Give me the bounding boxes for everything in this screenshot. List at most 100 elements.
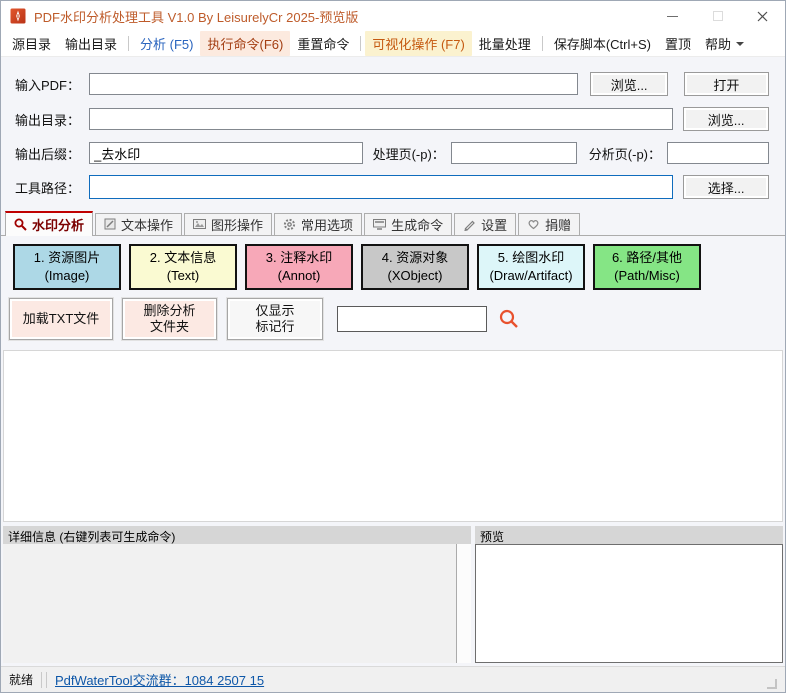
menu-execute-f6[interactable]: 执行命令(F6) xyxy=(200,31,291,56)
search-icon[interactable] xyxy=(498,308,520,330)
output-dir-row: 输出目录： 浏览... xyxy=(15,107,769,131)
minimize-button[interactable] xyxy=(650,1,695,31)
process-pages-field[interactable] xyxy=(450,142,577,164)
category-sublabel: (Text) xyxy=(166,268,200,283)
tab-generate-command[interactable]: 生成命令 xyxy=(364,213,453,235)
path-form: 输入PDF： 浏览... 打开 输出目录： 浏览... 输出后缀： 处理页(-p… xyxy=(1,57,785,211)
tab-label: 图形操作 xyxy=(211,217,264,233)
category-label: 3. 注释水印 xyxy=(265,250,333,266)
category-path-misc-button[interactable]: 6. 路径/其他 (Path/Misc) xyxy=(593,244,701,290)
window-title: PDF水印分析处理工具 V1.0 By LeisurelyCr 2025-预览版 xyxy=(34,9,359,25)
tab-common-options[interactable]: 常用选项 xyxy=(274,213,363,235)
menu-bar: 源目录 输出目录 分析 (F5) 执行命令(F6) 重置命令 可视化操作 (F7… xyxy=(1,31,785,57)
detail-scrollbar[interactable] xyxy=(456,544,471,663)
tab-label: 文本操作 xyxy=(121,217,174,233)
detail-panel-header: 详细信息 (右键列表可生成命令) xyxy=(3,526,471,544)
choose-tool-button[interactable]: 选择... xyxy=(683,175,769,199)
suffix-field[interactable] xyxy=(89,142,363,164)
input-pdf-row: 输入PDF： 浏览... 打开 xyxy=(15,72,769,96)
menu-pin-top[interactable]: 置顶 xyxy=(658,31,698,56)
suffix-pages-row: 输出后缀： 处理页(-p)： 分析页(-p)： xyxy=(15,142,769,164)
tab-donate[interactable]: 捐赠 xyxy=(518,213,581,235)
menu-separator xyxy=(360,36,362,51)
menu-help-label: 帮助 xyxy=(704,37,731,52)
browse-dir-button[interactable]: 浏览... xyxy=(683,107,769,131)
category-annot-button[interactable]: 3. 注释水印 (Annot) xyxy=(245,244,353,290)
status-bar: 就绪 PdfWaterTool交流群：1084 2507 15 xyxy=(1,666,785,692)
output-dir-field[interactable] xyxy=(89,108,674,130)
preview-canvas[interactable] xyxy=(475,544,783,663)
maximize-button[interactable] xyxy=(695,1,740,31)
watermark-analysis-page: 1. 资源图片 (Image) 2. 文本信息 (Text) 3. 注释水印 (… xyxy=(1,236,785,663)
suffix-label: 输出后缀： xyxy=(15,146,81,162)
heart-icon xyxy=(528,220,539,230)
browse-pdf-button[interactable]: 浏览... xyxy=(590,72,668,96)
delete-folder-label-line2: 文件夹 xyxy=(149,319,189,334)
tab-graphic-operations[interactable]: 图形操作 xyxy=(184,213,273,235)
tab-settings[interactable]: 设置 xyxy=(454,213,517,235)
category-image-button[interactable]: 1. 资源图片 (Image) xyxy=(13,244,121,290)
tab-watermark-analysis[interactable]: 水印分析 xyxy=(5,211,94,236)
category-xobject-button[interactable]: 4. 资源对象 (XObject) xyxy=(361,244,469,290)
tab-label: 常用选项 xyxy=(301,217,354,233)
magnifier-icon xyxy=(14,218,27,231)
menu-reset-command[interactable]: 重置命令 xyxy=(290,31,356,56)
category-draw-button[interactable]: 5. 绘图水印 (Draw/Artifact) xyxy=(477,244,585,290)
app-window: PDF水印分析处理工具 V1.0 By LeisurelyCr 2025-预览版… xyxy=(0,0,786,693)
tab-label: 水印分析 xyxy=(32,217,85,233)
input-pdf-field[interactable] xyxy=(89,73,579,95)
preview-panel-header: 预览 xyxy=(475,526,783,544)
close-icon xyxy=(757,11,768,21)
resize-grip-icon[interactable] xyxy=(767,679,777,689)
load-txt-button[interactable]: 加载TXT文件 xyxy=(9,298,113,340)
chevron-down-icon xyxy=(735,41,744,46)
process-pages-label: 处理页(-p)： xyxy=(372,146,445,162)
delete-analysis-folder-button[interactable]: 删除分析 文件夹 xyxy=(122,298,217,340)
preview-panel: 预览 xyxy=(475,526,783,663)
category-text-button[interactable]: 2. 文本信息 (Text) xyxy=(129,244,237,290)
tab-label: 设置 xyxy=(481,217,508,233)
title-bar: PDF水印分析处理工具 V1.0 By LeisurelyCr 2025-预览版 xyxy=(1,1,785,31)
qq-group-link[interactable]: PdfWaterTool交流群：1084 2507 15 xyxy=(55,670,264,689)
pencil-icon xyxy=(464,220,475,231)
minimize-icon xyxy=(667,15,678,17)
menu-output-dir[interactable]: 输出目录 xyxy=(58,31,124,56)
terminal-icon xyxy=(373,219,387,230)
show-marked-label-line2: 标记行 xyxy=(255,319,295,334)
category-sublabel: (Path/Misc) xyxy=(614,268,680,283)
category-sublabel: (Image) xyxy=(44,268,90,283)
analyze-pages-field[interactable] xyxy=(667,142,769,164)
menu-analyze-f5[interactable]: 分析 (F5) xyxy=(133,31,200,56)
tab-label: 捐赠 xyxy=(545,217,572,233)
delete-folder-label-line1: 删除分析 xyxy=(143,302,196,318)
show-marked-only-button[interactable]: 仅显示 标记行 xyxy=(227,298,323,340)
close-button[interactable] xyxy=(740,1,785,31)
tool-path-field[interactable] xyxy=(89,175,674,199)
category-button-row: 1. 资源图片 (Image) 2. 文本信息 (Text) 3. 注释水印 (… xyxy=(1,244,785,290)
menu-visual-f7[interactable]: 可视化操作 (F7) xyxy=(365,31,472,56)
output-dir-label: 输出目录： xyxy=(15,112,81,128)
open-button[interactable]: 打开 xyxy=(683,72,769,96)
category-label: 2. 文本信息 xyxy=(149,250,217,266)
tab-text-operations[interactable]: 文本操作 xyxy=(95,213,183,235)
detail-panel-body xyxy=(3,544,471,663)
menu-source-dir[interactable]: 源目录 xyxy=(5,31,58,56)
tool-path-row: 工具路径： 选择... xyxy=(15,175,769,199)
menu-batch-process[interactable]: 批量处理 xyxy=(472,31,538,56)
detail-panel: 详细信息 (右键列表可生成命令) xyxy=(3,526,471,663)
category-sublabel: (Annot) xyxy=(277,268,321,283)
analysis-result-list[interactable] xyxy=(3,350,783,522)
detail-list[interactable] xyxy=(3,544,456,663)
search-input[interactable] xyxy=(337,306,487,332)
input-pdf-label: 输入PDF： xyxy=(15,77,81,93)
category-sublabel: (Draw/Artifact) xyxy=(489,268,573,283)
menu-save-script[interactable]: 保存脚本(Ctrl+S) xyxy=(547,31,658,56)
category-label: 5. 绘图水印 xyxy=(497,250,565,266)
load-txt-label: 加载TXT文件 xyxy=(22,310,100,326)
category-sublabel: (XObject) xyxy=(387,268,443,283)
menu-help[interactable]: 帮助 xyxy=(698,31,751,56)
analyze-pages-label: 分析页(-p)： xyxy=(588,146,661,162)
detail-preview-row: 详细信息 (右键列表可生成命令) 预览 xyxy=(3,526,783,663)
menu-separator xyxy=(128,36,130,51)
action-row: 加载TXT文件 删除分析 文件夹 仅显示 标记行 xyxy=(1,298,785,340)
